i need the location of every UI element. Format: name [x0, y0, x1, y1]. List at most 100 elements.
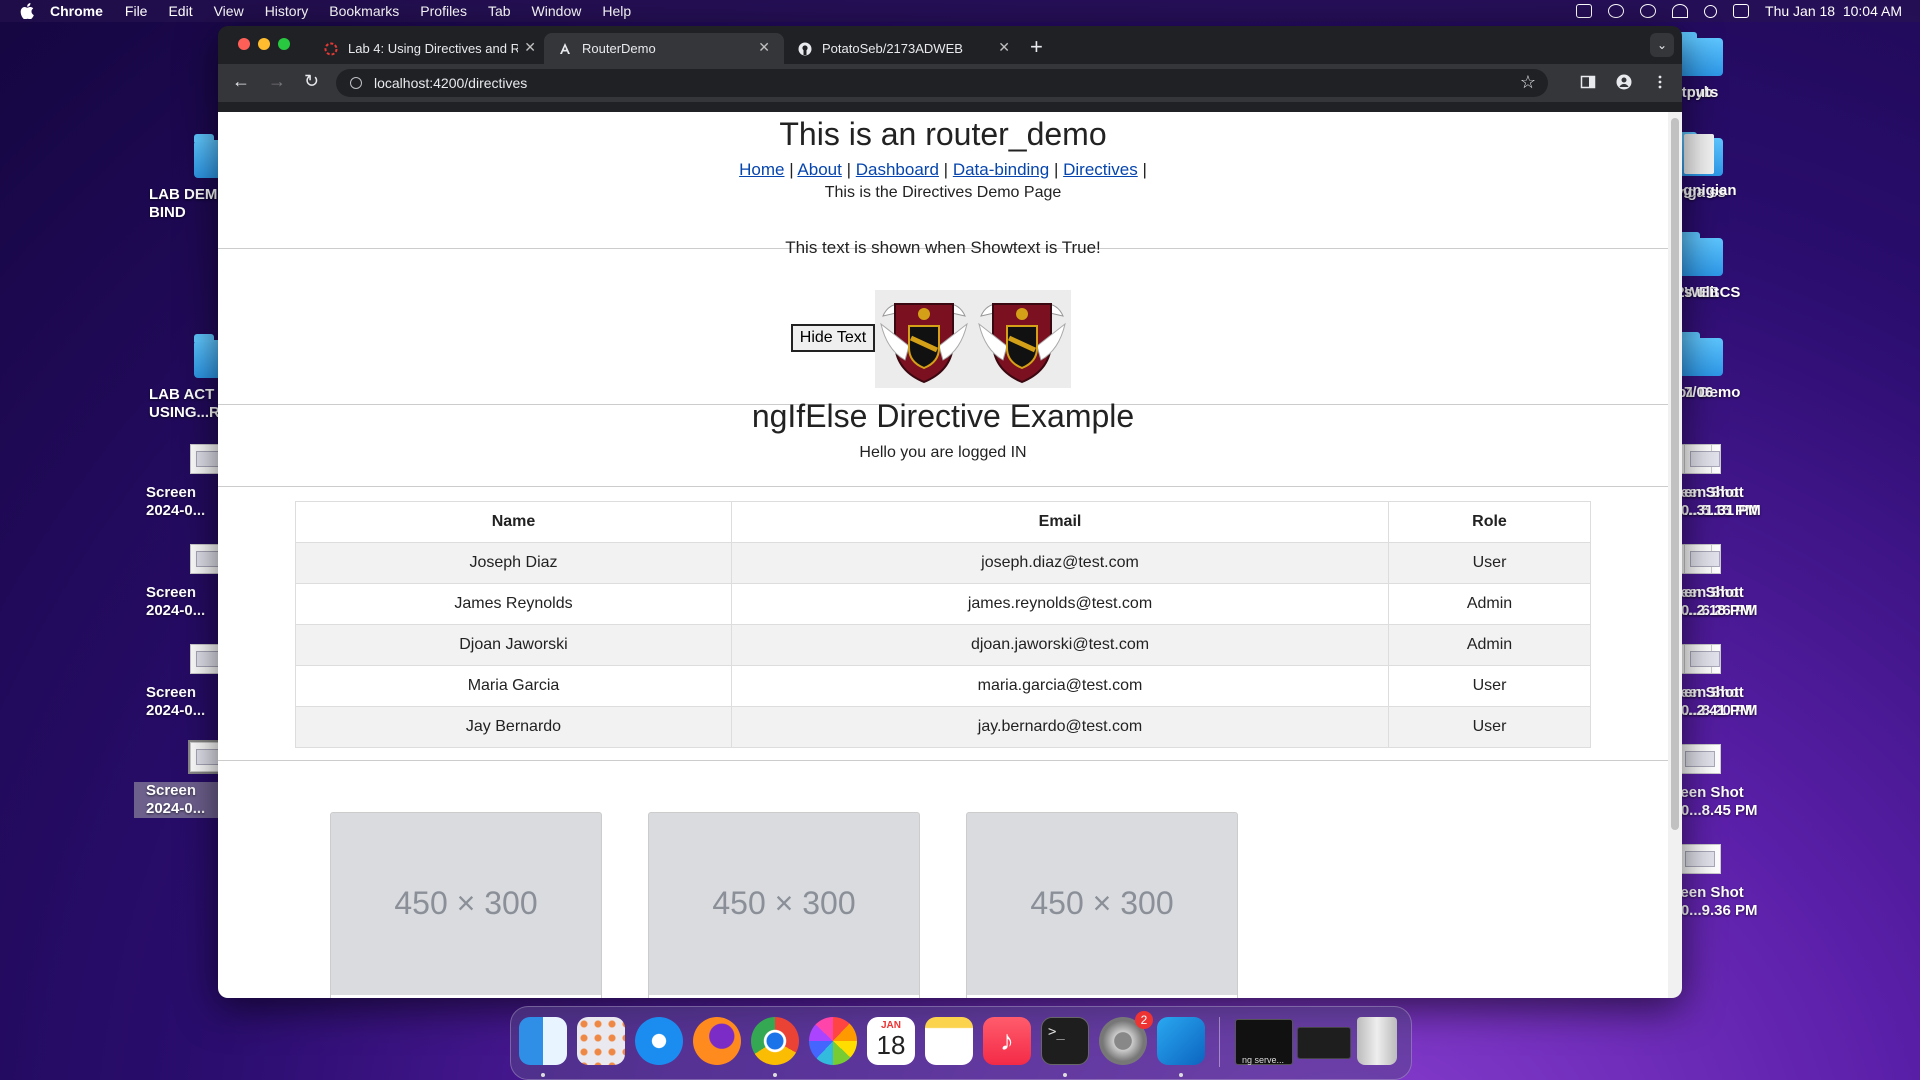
- nav-link-about[interactable]: About: [797, 160, 841, 179]
- search-icon[interactable]: [1704, 4, 1718, 18]
- nav-link-home[interactable]: Home: [739, 160, 784, 179]
- settings-badge: 2: [1135, 1011, 1153, 1029]
- nav-link-dashboard[interactable]: Dashboard: [856, 160, 939, 179]
- placeholder-size-label: 450 × 300: [712, 885, 856, 921]
- wifi-icon[interactable]: [1672, 4, 1689, 18]
- menu-tab[interactable]: Tab: [488, 3, 511, 19]
- airdrop-icon[interactable]: [1640, 4, 1657, 18]
- tab-search-icon[interactable]: ⌄: [1650, 33, 1674, 57]
- desktop-screenshot[interactable]: en Shot ...2.18 PM: [1684, 544, 1824, 620]
- table-row: Jay Bernardo jay.bernardo@test.com User: [295, 706, 1591, 748]
- minimize-window-button[interactable]: [258, 38, 270, 50]
- page-scrollbar[interactable]: [1668, 112, 1682, 998]
- hide-text-button[interactable]: Hide Text: [791, 324, 875, 352]
- calendar-icon[interactable]: JAN 18: [867, 1017, 915, 1065]
- menu-help[interactable]: Help: [602, 3, 631, 19]
- back-icon[interactable]: ←: [232, 71, 250, 92]
- tab-lab4[interactable]: Lab 4: Using Directives and R ✕: [310, 33, 550, 64]
- profile-icon[interactable]: [1616, 74, 1632, 90]
- desktop-screenshot[interactable]: en Shot ...31.31 PM: [1684, 444, 1824, 520]
- desktop-screenshot[interactable]: en Shot ...2.41 PM: [1684, 644, 1824, 720]
- placeholder-image-card: 450 × 300: [648, 812, 920, 998]
- folder-icon: [1680, 332, 1710, 376]
- divider: [218, 486, 1668, 487]
- menu-window[interactable]: Window: [532, 3, 582, 19]
- apple-icon[interactable]: [20, 3, 34, 19]
- dock: JAN 18 ♪ >_ 2 ng serve...: [510, 1006, 1412, 1080]
- terminal-icon[interactable]: >_: [1041, 1017, 1089, 1065]
- bookmark-star-icon[interactable]: ☆: [1520, 72, 1536, 93]
- nav-link-directives[interactable]: Directives: [1063, 160, 1138, 179]
- trash-icon[interactable]: [1357, 1017, 1397, 1065]
- scrollbar-thumb[interactable]: [1671, 118, 1679, 830]
- desktop-doc[interactable]: ognigian: [1674, 134, 1824, 200]
- url-text[interactable]: localhost:4200/directives: [374, 75, 527, 91]
- tab-github[interactable]: PotatoSeb/2173ADWEB ✕: [784, 33, 1024, 64]
- music-icon[interactable]: ♪: [983, 1017, 1031, 1065]
- menu-clock[interactable]: Thu Jan 18 10:04 AM: [1765, 3, 1902, 19]
- launchpad-icon[interactable]: [577, 1017, 625, 1065]
- vscode-window-thumbnail[interactable]: [1297, 1027, 1351, 1059]
- screenshot-icon: [1684, 644, 1720, 674]
- close-tab-icon[interactable]: ✕: [998, 39, 1010, 56]
- placeholder-image-card: 450 × 300: [966, 812, 1238, 998]
- finder-icon[interactable]: [519, 1017, 567, 1065]
- menu-file[interactable]: File: [125, 3, 148, 19]
- placeholder-size-label: 450 × 300: [1030, 885, 1174, 921]
- cell-email: james.reynolds@test.com: [731, 583, 1389, 625]
- crest-logo-icon: [880, 303, 968, 384]
- crest-image: [875, 290, 973, 388]
- notes-icon[interactable]: [925, 1017, 973, 1065]
- menu-edit[interactable]: Edit: [168, 3, 192, 19]
- tab-title: Lab 4: Using Directives and R: [348, 41, 518, 56]
- terminal-window-label: ng serve...: [1241, 1055, 1285, 1065]
- reload-icon[interactable]: ↻: [304, 71, 319, 92]
- menu-app-name[interactable]: Chrome: [50, 3, 103, 19]
- more-menu-icon[interactable]: [1652, 74, 1668, 90]
- placeholder-size-label: 450 × 300: [394, 885, 538, 921]
- side-panel-icon[interactable]: [1580, 74, 1596, 90]
- nav-link-data-binding[interactable]: Data-binding: [953, 160, 1049, 179]
- address-bar[interactable]: localhost:4200/directives ☆: [336, 69, 1548, 97]
- menu-history[interactable]: History: [265, 3, 309, 19]
- document-icon: [1684, 134, 1714, 174]
- vscode-icon[interactable]: [1157, 1017, 1205, 1065]
- photos-icon[interactable]: [809, 1017, 857, 1065]
- site-info-icon[interactable]: [350, 77, 362, 89]
- safari-icon[interactable]: [635, 1017, 683, 1065]
- close-tab-icon[interactable]: ✕: [524, 39, 536, 56]
- desktop-folder[interactable]: s ulit: [1680, 232, 1824, 302]
- close-window-button[interactable]: [238, 38, 250, 50]
- cell-email: maria.garcia@test.com: [731, 665, 1389, 707]
- cell-role: Admin: [1388, 624, 1591, 666]
- chrome-icon[interactable]: [751, 1017, 799, 1065]
- close-tab-icon[interactable]: ✕: [758, 39, 770, 56]
- cell-email: joseph.diaz@test.com: [731, 542, 1389, 584]
- menu-bar: Chrome File Edit View History Bookmarks …: [0, 0, 1920, 22]
- tab-routerdemo[interactable]: RouterDemo ✕: [544, 33, 784, 64]
- divider: [218, 760, 1668, 761]
- screenshot-icon: [1684, 444, 1720, 474]
- keyboard-icon[interactable]: [1576, 4, 1593, 18]
- creative-cloud-icon[interactable]: [1608, 4, 1625, 18]
- zoom-window-button[interactable]: [278, 38, 290, 50]
- dock-separator: [1219, 1017, 1220, 1067]
- control-center-icon[interactable]: [1733, 4, 1750, 18]
- running-indicator: [1179, 1073, 1183, 1077]
- tab-strip: Lab 4: Using Directives and R ✕ RouterDe…: [218, 26, 1682, 64]
- new-tab-button[interactable]: +: [1030, 34, 1043, 60]
- forward-icon[interactable]: →: [268, 71, 286, 92]
- firefox-icon[interactable]: [693, 1017, 741, 1065]
- menu-bookmarks[interactable]: Bookmarks: [329, 3, 399, 19]
- folder-icon: [1680, 232, 1710, 276]
- menu-view[interactable]: View: [214, 3, 244, 19]
- running-indicator: [1063, 1073, 1067, 1077]
- nav-separator: |: [1142, 160, 1147, 179]
- browser-window: Lab 4: Using Directives and R ✕ RouterDe…: [218, 26, 1682, 998]
- menu-profiles[interactable]: Profiles: [420, 3, 467, 19]
- table-row: Maria Garcia maria.garcia@test.com User: [295, 665, 1591, 707]
- desktop-item-label: ognigian: [1674, 182, 1737, 199]
- users-table: Name Email Role Joseph Diaz joseph.diaz@…: [295, 501, 1591, 748]
- desktop-folder[interactable]: 7/06: [1680, 332, 1824, 402]
- desktop-item-label: en Shot ...2.18 PM: [1684, 584, 1753, 619]
